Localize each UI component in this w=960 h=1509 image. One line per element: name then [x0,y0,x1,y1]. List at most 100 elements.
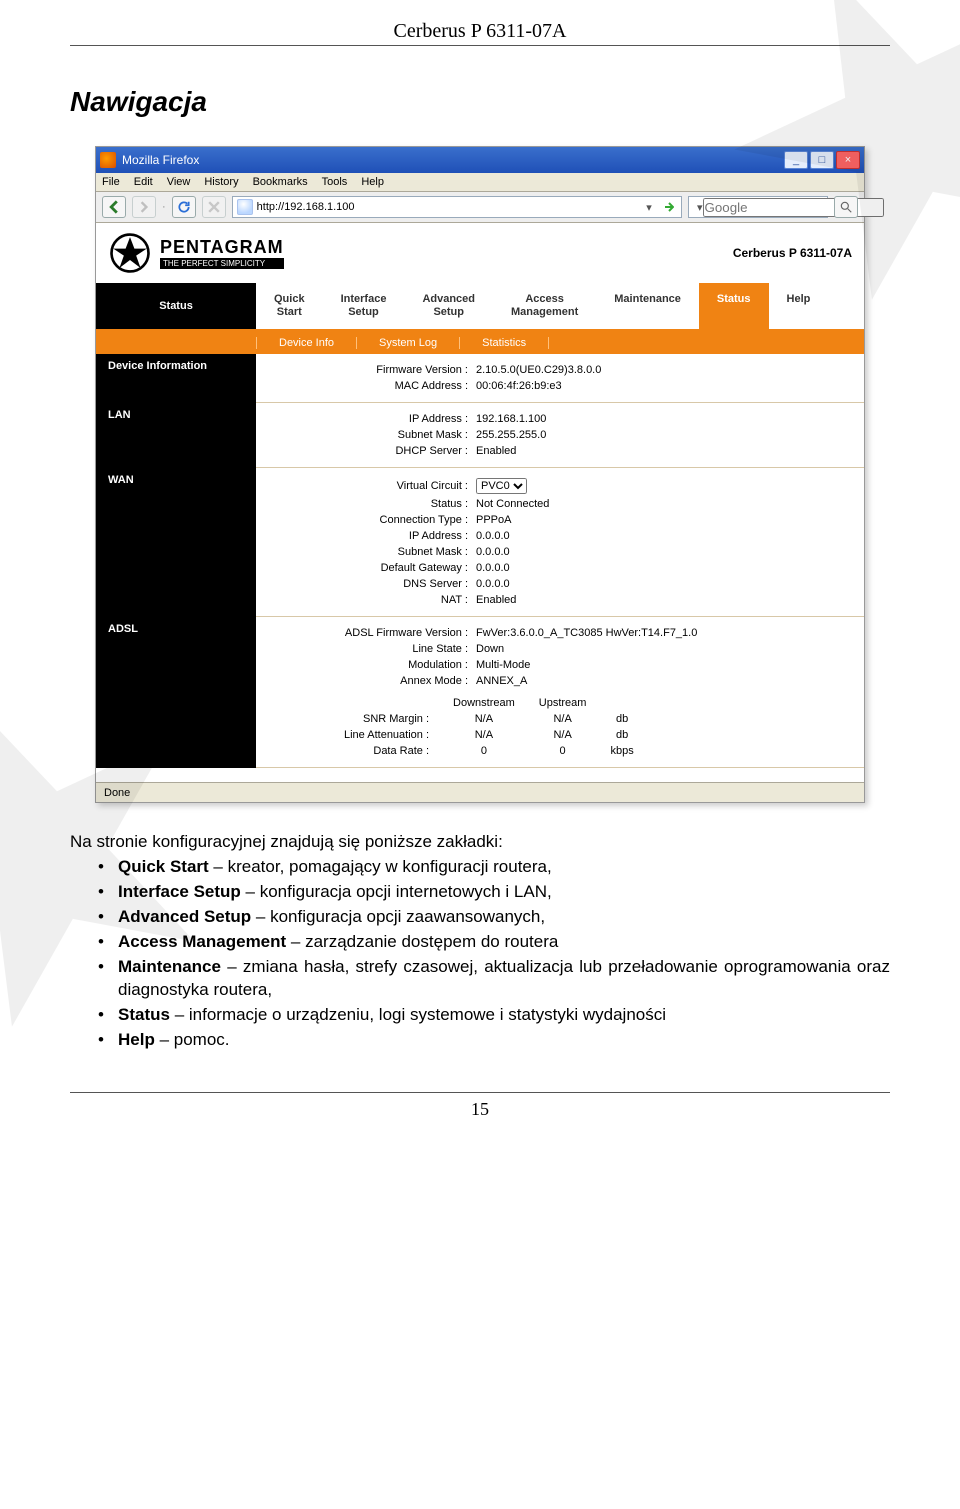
wan-ct-value: PPPoA [476,514,511,526]
menu-help[interactable]: Help [361,176,384,188]
wan-ip-label: IP Address : [268,530,468,542]
table-row: Data Rate : 0 0 kbps [332,743,646,759]
list-item: Help – pomoc. [98,1029,890,1052]
wan-ip-value: 0.0.0.0 [476,530,510,542]
menu-view[interactable]: View [167,176,191,188]
main-tabs: Status QuickStart InterfaceSetup Advance… [96,283,864,332]
tab-advanced-setup[interactable]: AdvancedSetup [404,283,493,329]
adsl-annex-value: ANNEX_A [476,675,527,687]
wan-nat-label: NAT : [268,594,468,606]
doc-pagenum: 15 [70,1092,890,1120]
status-bar: Done [96,782,864,802]
model-label: Cerberus P 6311-07A [733,246,852,260]
back-button[interactable] [102,196,126,218]
col-upstream: Upstream [527,695,599,711]
tab-interface-setup[interactable]: InterfaceSetup [323,283,405,329]
adsl-mod-value: Multi-Mode [476,659,530,671]
titlebar: Mozilla Firefox _ □ × [96,147,864,173]
search-box: G ▾ [688,196,828,218]
wan-dns-value: 0.0.0.0 [476,578,510,590]
list-item: Status – informacje o urządzeniu, logi s… [98,1004,890,1027]
table-row: Line Attenuation : N/A N/A db [332,727,646,743]
menu-history[interactable]: History [204,176,238,188]
list-item: Access Management – zarządzanie dostępem… [98,931,890,954]
url-input[interactable] [257,201,641,213]
toolbar: · ▾ G ▾ [96,192,864,223]
main-tab-sidebar: Status [96,283,256,329]
doc-title: Nawigacja [70,86,890,118]
section-wan: WAN [96,468,256,617]
adsl-fw-value: FwVer:3.6.0.0_A_TC3085 HwVer:T14.F7_1.0 [476,627,697,639]
go-button[interactable] [657,196,681,218]
router-page: PENTAGRAM THE PERFECT SIMPLICITY Cerberu… [96,223,864,782]
pentagram-logo-icon [108,231,152,275]
lan-mask-label: Subnet Mask : [268,429,468,441]
section-lan: LAN [96,403,256,468]
wan-vc-label: Virtual Circuit : [268,480,468,492]
doc-header: Cerberus P 6311-07A [70,20,890,46]
url-box: ▾ [232,196,682,218]
menubar: File Edit View History Bookmarks Tools H… [96,173,864,192]
close-button[interactable]: × [836,151,860,169]
wan-mask-label: Subnet Mask : [268,546,468,558]
section-device-info: Device Information [96,354,256,403]
forward-button[interactable] [132,196,156,218]
maximize-button[interactable]: □ [810,151,834,169]
lan-dhcp-value: Enabled [476,445,516,457]
lan-dhcp-label: DHCP Server : [268,445,468,457]
doc-bullets: Quick Start – kreator, pomagający w konf… [70,856,890,1052]
fw-label: Firmware Version : [268,364,468,376]
table-row: SNR Margin : N/A N/A db [332,711,646,727]
list-item: Interface Setup – konfiguracja opcji int… [98,881,890,904]
screenshot: Mozilla Firefox _ □ × File Edit View His… [95,146,865,803]
stop-button[interactable] [202,196,226,218]
wan-gw-label: Default Gateway : [268,562,468,574]
search-mag-button[interactable] [834,196,858,218]
menu-tools[interactable]: Tools [322,176,348,188]
sub-tabs: Device Info System Log Statistics [96,332,864,354]
wan-dns-label: DNS Server : [268,578,468,590]
status-text: Done [104,787,130,799]
wan-mask-value: 0.0.0.0 [476,546,510,558]
minimize-button[interactable]: _ [784,151,808,169]
adsl-fw-label: ADSL Firmware Version : [268,627,468,639]
adsl-ls-value: Down [476,643,504,655]
lan-ip-label: IP Address : [268,413,468,425]
list-item: Quick Start – kreator, pomagający w konf… [98,856,890,879]
brand-name: PENTAGRAM [160,237,284,257]
wan-vc-select[interactable]: PVC0 [476,478,527,494]
page-icon [237,199,253,215]
url-dropdown-icon[interactable]: ▾ [641,201,657,214]
subtab-system-log[interactable]: System Log [357,337,460,349]
mac-value: 00:06:4f:26:b9:e3 [476,380,562,392]
list-item: Maintenance – zmiana hasła, strefy czaso… [98,956,890,1002]
wan-nat-value: Enabled [476,594,516,606]
fw-value: 2.10.5.0(UE0.C29)3.8.0.0 [476,364,601,376]
adsl-annex-label: Annex Mode : [268,675,468,687]
tab-help[interactable]: Help [769,283,829,329]
adsl-stats-table: Downstream Upstream SNR Margin : N/A N/A… [332,695,646,759]
firefox-icon [100,152,116,168]
adsl-mod-label: Modulation : [268,659,468,671]
tab-quick-start[interactable]: QuickStart [256,283,323,329]
wan-gw-value: 0.0.0.0 [476,562,510,574]
brand: PENTAGRAM THE PERFECT SIMPLICITY [108,231,284,275]
section-adsl: ADSL [96,617,256,768]
reload-button[interactable] [172,196,196,218]
subtab-device-info[interactable]: Device Info [256,337,357,349]
wan-status-value: Not Connected [476,498,549,510]
subtab-statistics[interactable]: Statistics [460,337,549,349]
tab-access-management[interactable]: AccessManagement [493,283,596,329]
menu-file[interactable]: File [102,176,120,188]
mac-label: MAC Address : [268,380,468,392]
list-item: Advanced Setup – konfiguracja opcji zaaw… [98,906,890,929]
window-title: Mozilla Firefox [122,153,784,167]
menu-bookmarks[interactable]: Bookmarks [253,176,308,188]
adsl-ls-label: Line State : [268,643,468,655]
doc-intro: Na stronie konfiguracyjnej znajdują się … [70,831,890,854]
menu-edit[interactable]: Edit [134,176,153,188]
tab-maintenance[interactable]: Maintenance [596,283,699,329]
wan-status-label: Status : [268,498,468,510]
tab-status[interactable]: Status [699,283,769,329]
lan-mask-value: 255.255.255.0 [476,429,546,441]
